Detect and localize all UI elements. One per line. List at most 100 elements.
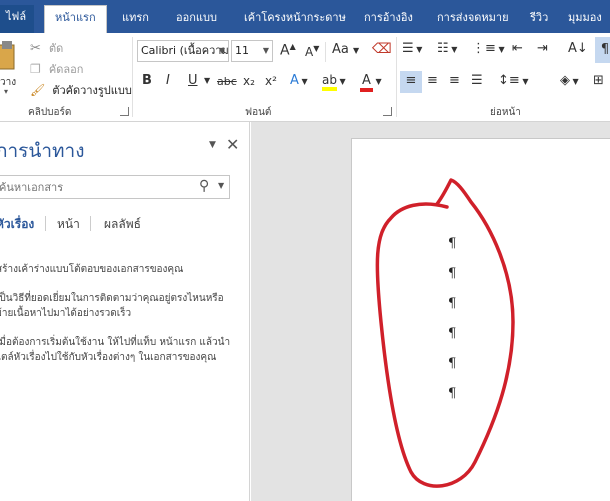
paragraph-mark: ¶ bbox=[448, 266, 457, 281]
paintbrush-icon: 🖌 bbox=[30, 83, 46, 97]
borders-icon: ⊞ bbox=[593, 73, 604, 88]
paragraph-mark: ¶ bbox=[448, 296, 457, 311]
font-size-value: 11 bbox=[235, 44, 249, 57]
format-painter-button[interactable]: 🖌 ตัวคัดวางรูปแบบ bbox=[30, 79, 132, 97]
chevron-down-icon: ▼ bbox=[262, 46, 269, 55]
word-window: ไฟล์ หน้าแรก แทรก ออกแบบ เค้าโครงหน้ากระ… bbox=[0, 0, 610, 501]
info-line: ย้ายเนื้อหาไปมาได้อย่างรวดเร็ว bbox=[0, 308, 132, 319]
justify-button[interactable]: ☰ bbox=[471, 71, 483, 91]
paste-label: วาง bbox=[0, 77, 17, 88]
paragraph-mark: ¶ bbox=[448, 356, 457, 371]
chevron-down-icon[interactable]: ▼ bbox=[204, 76, 210, 85]
paste-icon bbox=[0, 41, 15, 70]
tab-file[interactable]: ไฟล์ bbox=[0, 5, 35, 33]
strikethrough-button[interactable]: abc bbox=[217, 75, 237, 88]
text-effects-button[interactable]: A ▼ bbox=[290, 73, 308, 88]
info-line: สร้างเค้าร่างแบบโต้ตอบของเอกสารของคุณ bbox=[0, 264, 184, 275]
align-right-button[interactable]: ≡ bbox=[449, 71, 460, 91]
change-case-icon: Aa bbox=[332, 42, 349, 57]
font-group-label: ฟอนต์ bbox=[245, 107, 272, 118]
numbered-list-icon: ☷ bbox=[437, 41, 449, 56]
tab-divider bbox=[90, 216, 91, 231]
font-size-combo[interactable]: 11 ▼ bbox=[231, 40, 273, 62]
tab-references[interactable]: การอ้างอิง bbox=[364, 7, 413, 33]
paint-bucket-icon: ◈ bbox=[560, 73, 570, 88]
bold-button[interactable]: B bbox=[142, 73, 152, 88]
line-spacing-icon: ↕≡ bbox=[498, 73, 520, 88]
search-box[interactable]: ⚲ ▼ bbox=[0, 175, 230, 199]
outdent-icon: ⇤ bbox=[512, 41, 523, 56]
numbering-button[interactable]: ☷ ▼ bbox=[437, 41, 457, 56]
change-case-button[interactable]: Aa ▼ bbox=[332, 42, 359, 57]
ribbon-tab-bar: ไฟล์ หน้าแรก แทรก ออกแบบ เค้าโครงหน้ากระ… bbox=[0, 0, 610, 33]
navigation-pane: การนำทาง ▼ ✕ ⚲ ▼ หัวเรื่อง หน้า ผลลัพธ์ … bbox=[0, 122, 250, 501]
paste-button[interactable]: วาง ▾ bbox=[0, 37, 16, 97]
show-marks-button[interactable]: ¶ bbox=[595, 37, 610, 63]
chevron-down-icon: ▼ bbox=[218, 46, 225, 55]
tab-results[interactable]: ผลลัพธ์ bbox=[104, 215, 141, 234]
group-separator bbox=[132, 37, 133, 117]
tab-insert[interactable]: แทรก bbox=[122, 7, 149, 33]
shading-button[interactable]: ◈ ▼ bbox=[560, 71, 579, 92]
paragraph-mark: ¶ bbox=[448, 386, 457, 401]
indent-icon: ⇥ bbox=[537, 41, 548, 56]
align-right-icon: ≡ bbox=[449, 73, 460, 88]
search-input[interactable] bbox=[0, 177, 189, 197]
grow-font-icon: A bbox=[280, 42, 290, 59]
align-center-button[interactable]: ≡ bbox=[427, 71, 438, 91]
text-effects-icon: A bbox=[290, 73, 299, 88]
tab-headings[interactable]: หัวเรื่อง bbox=[0, 215, 34, 234]
eraser-icon: ⌫ bbox=[372, 41, 392, 57]
italic-button[interactable]: I bbox=[166, 73, 170, 88]
tab-home[interactable]: หน้าแรก bbox=[44, 5, 107, 33]
decrease-indent-button[interactable]: ⇤ bbox=[512, 41, 523, 56]
chevron-down-icon[interactable]: ▼ bbox=[209, 140, 216, 150]
shrink-font-button[interactable]: A▼ bbox=[305, 44, 319, 59]
tab-view[interactable]: มุมมอง bbox=[568, 7, 602, 33]
font-name-value: Calibri (เนื้อความ bbox=[141, 44, 229, 57]
shrink-font-icon: A bbox=[305, 45, 314, 59]
nav-info-text: สร้างเค้าร่างแบบโต้ตอบของเอกสารของคุณ เป… bbox=[0, 262, 244, 365]
cut-button[interactable]: ✂ ตัด bbox=[30, 37, 63, 56]
increase-indent-button[interactable]: ⇥ bbox=[537, 41, 548, 56]
highlight-button[interactable]: ab ▼ bbox=[322, 73, 346, 91]
clipboard-launcher-icon[interactable] bbox=[120, 107, 129, 116]
font-launcher-icon[interactable] bbox=[383, 107, 392, 116]
document-area: ¶ ¶ ¶ ¶ ¶ ¶ bbox=[251, 122, 610, 501]
sort-button[interactable]: A↓ bbox=[568, 41, 588, 56]
multilevel-list-button[interactable]: ⋮≡ ▼ bbox=[472, 41, 505, 56]
close-icon[interactable]: ✕ bbox=[226, 135, 239, 154]
document-page[interactable]: ¶ ¶ ¶ ¶ ¶ ¶ bbox=[351, 138, 610, 501]
tab-pages[interactable]: หน้า bbox=[57, 215, 80, 234]
highlighter-icon: ab bbox=[322, 73, 337, 91]
copy-button[interactable]: ❐ คัดลอก bbox=[30, 58, 83, 76]
subscript-button[interactable]: x₂ bbox=[243, 74, 255, 88]
chevron-down-icon[interactable]: ▼ bbox=[218, 181, 224, 190]
copy-label: คัดลอก bbox=[48, 63, 84, 76]
font-color-button[interactable]: A ▼ bbox=[360, 73, 382, 92]
tab-review[interactable]: รีวิว bbox=[530, 7, 548, 33]
paragraph-group-label: ย่อหน้า bbox=[490, 107, 521, 118]
nav-title: การนำทาง bbox=[0, 140, 85, 162]
copy-icon: ❐ bbox=[30, 62, 41, 76]
paragraph-mark: ¶ bbox=[448, 326, 457, 341]
tab-divider bbox=[45, 216, 46, 231]
info-line: เมื่อต้องการเริ่มต้นใช้งาน ให้ไปที่แท็บ … bbox=[0, 337, 231, 348]
sort-az-icon: A↓ bbox=[568, 41, 588, 56]
borders-button[interactable]: ⊞ bbox=[593, 71, 604, 91]
scissors-icon: ✂ bbox=[30, 41, 41, 56]
align-left-button[interactable]: ≡ bbox=[400, 71, 422, 93]
paragraph-mark: ¶ bbox=[448, 236, 457, 251]
font-name-combo[interactable]: Calibri (เนื้อความ ▼ bbox=[137, 40, 229, 62]
superscript-button[interactable]: x² bbox=[265, 74, 277, 88]
tab-layout[interactable]: เค้าโครงหน้ากระดาษ bbox=[244, 7, 346, 33]
tab-mailings[interactable]: การส่งจดหมาย bbox=[437, 7, 509, 33]
clear-format-button[interactable]: ⌫ bbox=[372, 41, 392, 57]
line-spacing-button[interactable]: ↕≡ ▼ bbox=[498, 71, 529, 92]
search-icon[interactable]: ⚲ bbox=[199, 178, 209, 194]
tab-design[interactable]: ออกแบบ bbox=[176, 7, 217, 33]
bullets-button[interactable]: ☰ ▼ bbox=[402, 41, 422, 56]
underline-button[interactable]: U bbox=[188, 73, 198, 88]
ribbon-home: วาง ▾ ✂ ตัด ❐ คัดลอก 🖌 ตัวคัดวางรูปแบบ ค… bbox=[0, 33, 610, 122]
grow-font-button[interactable]: A▲ bbox=[280, 42, 296, 59]
